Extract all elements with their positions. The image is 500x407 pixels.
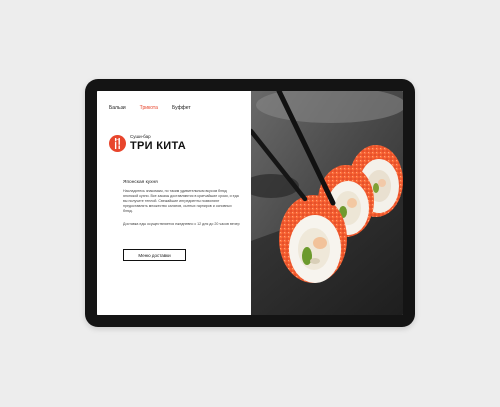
tablet-screen: Бальзи Трикота Буффет Суши-бар ТРИ КИТА — [97, 91, 403, 315]
sushi-photo — [251, 91, 403, 315]
description-paragraph: Насладитесь знакомым, но таким удивитель… — [123, 189, 239, 213]
section-title: Японская кухня — [123, 180, 158, 185]
nav-item-2-active[interactable]: Трикота — [140, 105, 158, 111]
top-nav: Бальзи Трикота Буффет — [109, 105, 191, 111]
brand-logo[interactable]: Суши-бар ТРИ КИТА — [109, 135, 186, 152]
bamboo-logo-icon — [109, 135, 126, 152]
delivery-menu-button[interactable]: Меню доставки — [123, 249, 186, 261]
content-panel: Бальзи Трикота Буффет Суши-бар ТРИ КИТА — [97, 91, 251, 315]
nav-item-3[interactable]: Буффет — [172, 105, 191, 111]
nav-item-1[interactable]: Бальзи — [109, 105, 126, 111]
brand-name: ТРИ КИТА — [130, 139, 187, 152]
delivery-hours-paragraph: Доставка еды осуществляется ежедневно с … — [123, 222, 240, 226]
sushi-roll-front — [279, 195, 347, 283]
tablet-frame: Бальзи Трикота Буффет Суши-бар ТРИ КИТА — [85, 79, 415, 327]
